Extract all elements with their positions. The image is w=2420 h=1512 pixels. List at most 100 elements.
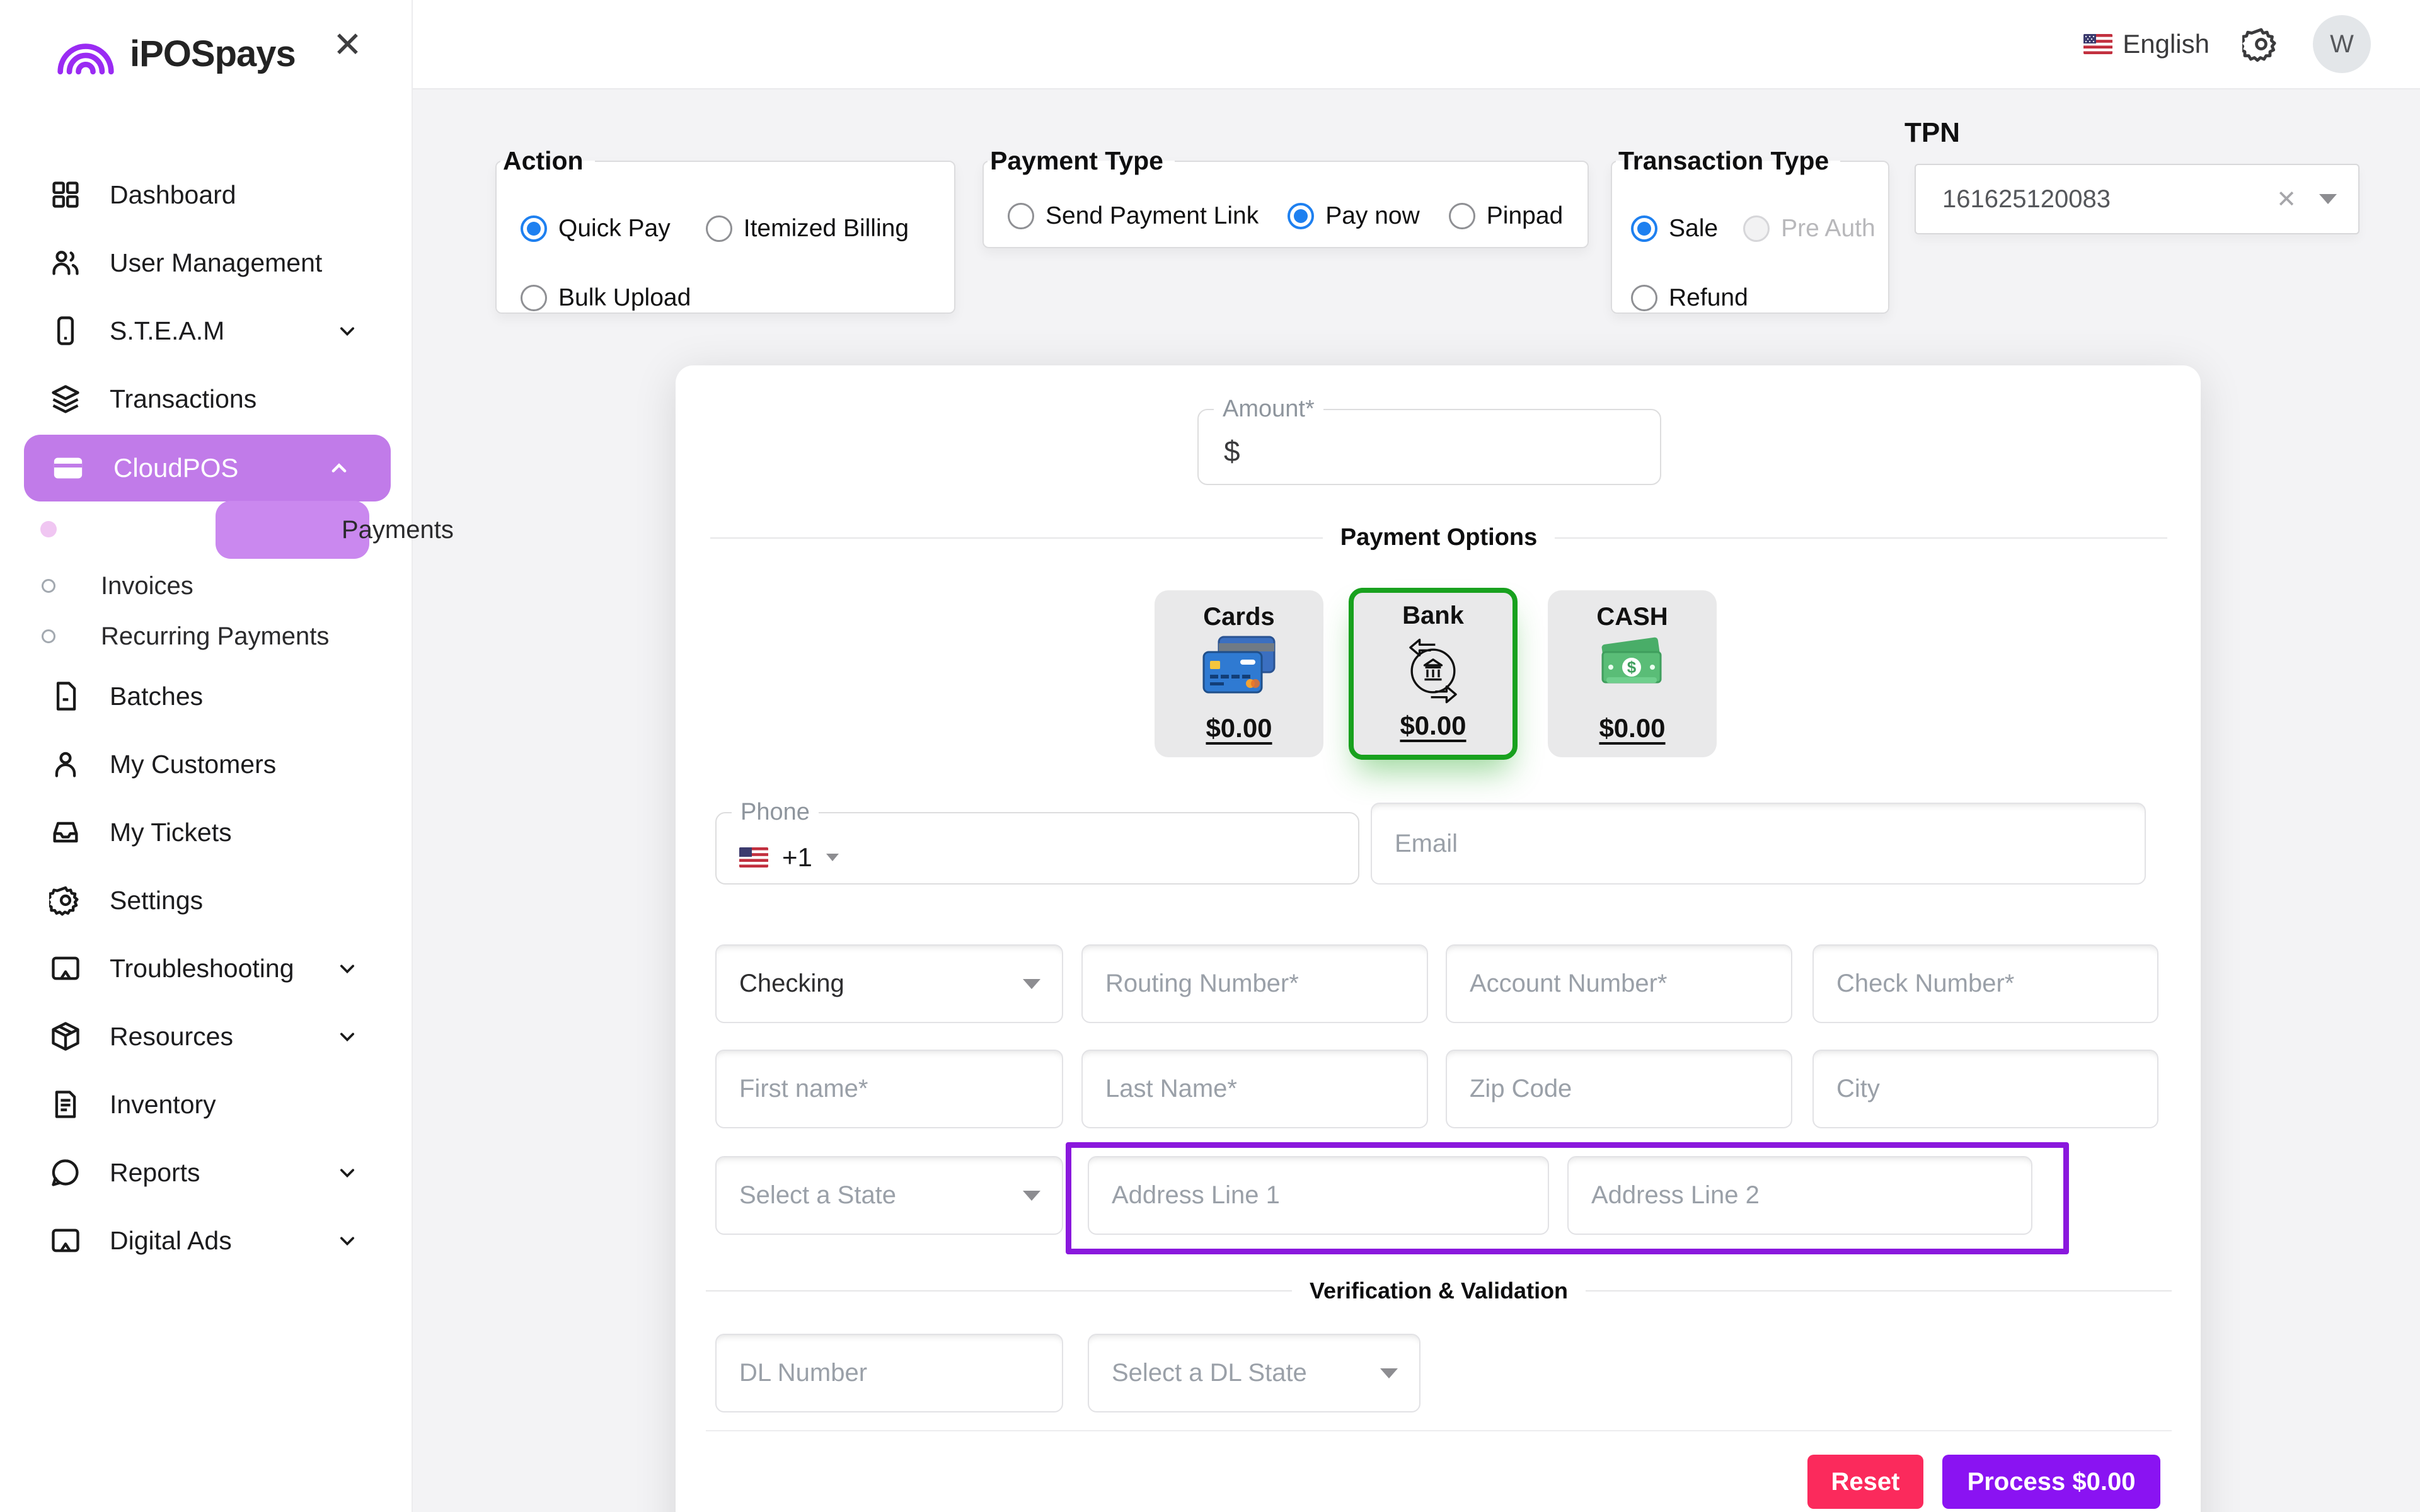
sidebar-item-cloudpos[interactable]: CloudPOS bbox=[24, 435, 391, 501]
dl-state-select[interactable]: Select a DL State bbox=[1088, 1334, 1420, 1412]
chevron-up-icon bbox=[325, 454, 353, 482]
address-line1-input[interactable]: Address Line 1 bbox=[1088, 1156, 1549, 1235]
user-avatar[interactable]: W bbox=[2313, 15, 2371, 73]
dl-number-input[interactable]: DL Number bbox=[715, 1334, 1063, 1412]
address-line2-input[interactable]: Address Line 2 bbox=[1567, 1156, 2032, 1235]
chevron-down-icon bbox=[333, 317, 361, 345]
email-input[interactable]: Email bbox=[1371, 803, 2146, 885]
chevron-down-icon bbox=[333, 954, 361, 982]
radio-disabled-icon bbox=[1743, 215, 1770, 242]
tile-bank[interactable]: Bank $0.00 bbox=[1349, 588, 1518, 760]
sidebar-item-dashboard[interactable]: Dashboard bbox=[0, 161, 413, 229]
action-group: Action Quick Pay Itemized Billing Bulk U… bbox=[495, 146, 955, 314]
sidebar-item-troubleshooting[interactable]: Troubleshooting bbox=[0, 934, 413, 1002]
sidebar-item-reports[interactable]: Reports bbox=[0, 1138, 413, 1206]
caret-down-icon bbox=[1023, 979, 1040, 989]
chevron-down-icon bbox=[333, 1022, 361, 1050]
tpn-label: TPN bbox=[1904, 117, 1960, 149]
phone-field[interactable]: Phone +1 bbox=[715, 799, 1359, 885]
sidebar-item-my-tickets[interactable]: My Tickets bbox=[0, 798, 413, 866]
payment-type-group: Payment Type Send Payment Link Pay now P… bbox=[982, 146, 1589, 248]
file-minus-icon bbox=[49, 680, 82, 713]
caret-down-icon bbox=[826, 854, 839, 861]
country-code-selector[interactable]: +1 bbox=[739, 842, 839, 873]
sidebar-item-label: User Management bbox=[110, 248, 322, 278]
radio-refund[interactable]: Refund bbox=[1631, 284, 1748, 312]
language-selector[interactable]: English bbox=[2083, 29, 2210, 59]
inbox-icon bbox=[49, 816, 82, 849]
caret-down-icon bbox=[1380, 1368, 1398, 1378]
action-legend: Action bbox=[500, 146, 595, 176]
account-number-input[interactable]: Account Number* bbox=[1446, 944, 1792, 1023]
chat-bubble-icon bbox=[49, 1156, 82, 1189]
radio-pre-auth[interactable]: Pre Auth bbox=[1743, 215, 1876, 243]
clear-icon[interactable]: ✕ bbox=[2276, 185, 2296, 214]
sidebar-item-label: Resources bbox=[110, 1022, 233, 1051]
radio-icon bbox=[1449, 203, 1475, 229]
payments-pill[interactable]: Payments bbox=[216, 501, 369, 559]
tile-cash[interactable]: CASH $ $0.00 bbox=[1548, 590, 1717, 757]
city-input[interactable]: City bbox=[1812, 1050, 2158, 1128]
amount-label: Amount* bbox=[1214, 396, 1323, 423]
tpn-select[interactable]: 161625120083 ✕ bbox=[1915, 164, 2360, 234]
package-icon bbox=[49, 1020, 82, 1053]
sidebar-item-my-customers[interactable]: My Customers bbox=[0, 730, 413, 798]
radio-send-payment-link[interactable]: Send Payment Link bbox=[1008, 202, 1259, 230]
screen-share-icon bbox=[49, 952, 82, 985]
last-name-input[interactable]: Last Name* bbox=[1081, 1050, 1428, 1128]
radio-pinpad[interactable]: Pinpad bbox=[1449, 202, 1563, 230]
verification-title: Verification & Validation bbox=[1310, 1278, 1568, 1304]
payment-options-title: Payment Options bbox=[1340, 524, 1538, 551]
sidebar: iPOSpays ✕ Dashboard User Management S.T… bbox=[0, 0, 413, 1512]
dial-code: +1 bbox=[782, 842, 812, 873]
sidebar-subitem-recurring-payments[interactable]: Recurring Payments bbox=[0, 609, 413, 663]
first-name-input[interactable]: First name* bbox=[715, 1050, 1063, 1128]
zip-code-input[interactable]: Zip Code bbox=[1446, 1050, 1792, 1128]
state-select[interactable]: Select a State bbox=[715, 1156, 1063, 1235]
radio-itemized-billing[interactable]: Itemized Billing bbox=[706, 215, 909, 243]
sidebar-subitem-payments[interactable]: Payments bbox=[0, 500, 413, 559]
sidebar-item-label: Recurring Payments bbox=[101, 622, 329, 651]
sidebar-item-user-management[interactable]: User Management bbox=[0, 229, 413, 297]
sidebar-item-resources[interactable]: Resources bbox=[0, 1002, 413, 1070]
gear-icon bbox=[49, 884, 82, 917]
process-button[interactable]: Process $0.00 bbox=[1942, 1455, 2160, 1509]
brand-name: iPOSpays bbox=[130, 33, 296, 75]
main-content: Action Quick Pay Itemized Billing Bulk U… bbox=[413, 88, 2420, 1512]
reset-button[interactable]: Reset bbox=[1807, 1455, 1923, 1509]
close-sidebar-icon[interactable]: ✕ bbox=[333, 24, 362, 66]
routing-number-input[interactable]: Routing Number* bbox=[1081, 944, 1428, 1023]
sidebar-item-label: Inventory bbox=[110, 1090, 216, 1120]
tile-cards[interactable]: Cards $0.00 bbox=[1155, 590, 1323, 757]
radio-icon bbox=[521, 285, 547, 311]
sidebar-item-label: S.T.E.A.M bbox=[110, 316, 224, 346]
radio-icon bbox=[1631, 285, 1657, 311]
sidebar-item-label: Troubleshooting bbox=[110, 954, 294, 983]
radio-quick-pay[interactable]: Quick Pay bbox=[521, 215, 671, 243]
sidebar-item-inventory[interactable]: Inventory bbox=[0, 1070, 413, 1138]
radio-bulk-upload[interactable]: Bulk Upload bbox=[521, 284, 691, 312]
sidebar-item-label: My Customers bbox=[110, 750, 276, 779]
radio-sale[interactable]: Sale bbox=[1631, 215, 1718, 243]
card-icon bbox=[50, 450, 86, 486]
sidebar-subitem-invoices[interactable]: Invoices bbox=[0, 559, 413, 613]
settings-gear-icon[interactable] bbox=[2242, 25, 2280, 63]
sidebar-item-label: CloudPOS bbox=[113, 453, 238, 483]
sidebar-item-digital-ads[interactable]: Digital Ads bbox=[0, 1206, 413, 1274]
verification-divider: Verification & Validation bbox=[706, 1278, 2172, 1304]
sidebar-item-label: Payments bbox=[342, 516, 454, 544]
sidebar-item-batches[interactable]: Batches bbox=[0, 662, 413, 730]
sidebar-item-transactions[interactable]: Transactions bbox=[0, 365, 413, 433]
bullet-icon bbox=[42, 629, 55, 643]
sidebar-item-steam[interactable]: S.T.E.A.M bbox=[0, 297, 413, 365]
document-icon bbox=[49, 1088, 82, 1121]
amount-field[interactable]: Amount* $ bbox=[1197, 396, 1661, 485]
sidebar-item-settings[interactable]: Settings bbox=[0, 866, 413, 934]
rainbow-logo-icon bbox=[55, 33, 116, 75]
footer-divider bbox=[706, 1430, 2172, 1431]
check-number-input[interactable]: Check Number* bbox=[1812, 944, 2158, 1023]
account-type-select[interactable]: Checking bbox=[715, 944, 1063, 1023]
person-icon bbox=[49, 748, 82, 781]
layers-icon bbox=[49, 382, 82, 415]
radio-pay-now[interactable]: Pay now bbox=[1288, 202, 1420, 230]
